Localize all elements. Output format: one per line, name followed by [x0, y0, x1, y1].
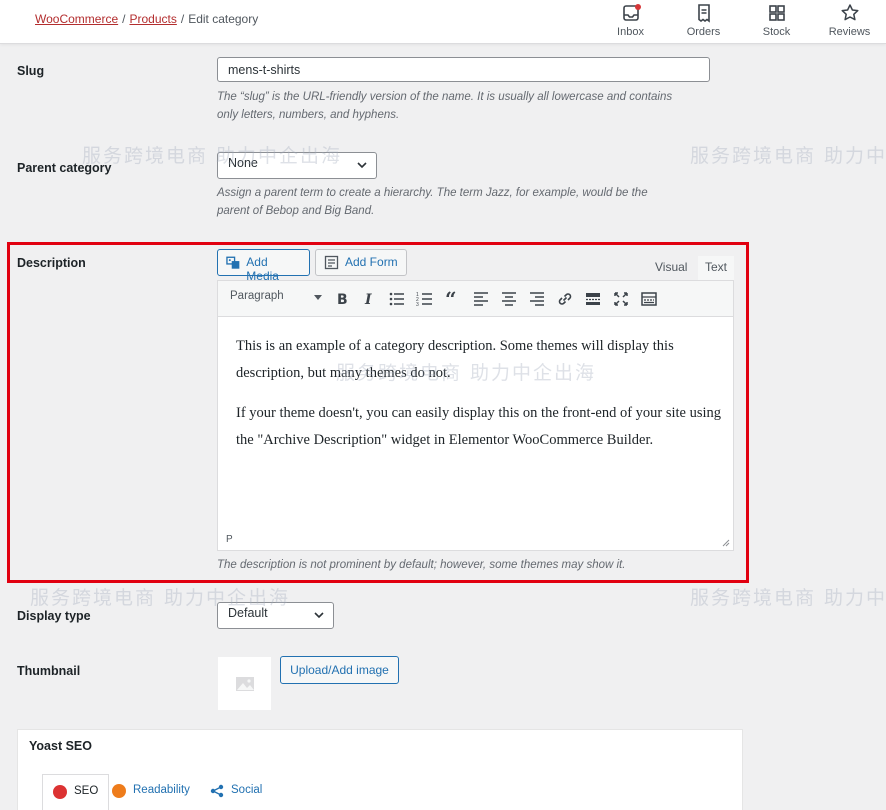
slug-help-line-1: The “slug” is the URL-friendly version o… — [217, 91, 673, 103]
orders-button[interactable]: Orders — [667, 0, 740, 44]
inbox-button[interactable]: Inbox — [594, 0, 667, 44]
slug-input[interactable] — [217, 57, 710, 82]
share-icon — [210, 784, 224, 798]
activity-bar: Inbox Orders Stock Reviews — [594, 0, 886, 44]
resize-handle-icon[interactable] — [722, 539, 730, 547]
parent-category-select[interactable]: None — [217, 152, 377, 179]
display-type-label: Display type — [17, 609, 91, 623]
breadcrumb-separator: / — [180, 12, 185, 26]
watermark-caption: 服务跨境电商 助力中企出海 — [690, 587, 886, 609]
bold-icon[interactable]: B — [333, 290, 351, 308]
breadcrumb-current: Edit category — [188, 12, 259, 26]
slug-help: The “slug” is the URL-friendly version o… — [217, 88, 672, 124]
read-more-icon[interactable] — [584, 290, 602, 308]
top-bar: WooCommerce / Products / Edit category Inbox… — [0, 0, 886, 44]
italic-icon[interactable]: I — [360, 290, 378, 308]
description-paragraph-1: This is an example of a category descrip… — [236, 338, 674, 381]
add-form-button[interactable]: Add Form — [315, 249, 407, 276]
parent-help: Assign a parent term to create a hierarc… — [217, 184, 648, 220]
stock-button[interactable]: Stock — [740, 0, 813, 44]
tab-visual[interactable]: Visual — [648, 256, 694, 280]
yoast-title: Yoast SEO — [29, 739, 92, 753]
image-placeholder-icon — [236, 677, 254, 691]
chevron-down-icon — [357, 162, 367, 169]
description-editor: Paragraph B I 123 “ This is an example o… — [217, 280, 734, 551]
link-icon[interactable] — [556, 290, 574, 308]
reviews-button[interactable]: Reviews — [813, 0, 886, 44]
editor-toolbar: Paragraph B I 123 “ — [218, 281, 733, 317]
blockquote-icon[interactable]: “ — [444, 290, 462, 308]
parent-category-value: None — [228, 156, 258, 170]
svg-text:“: “ — [445, 290, 457, 308]
stock-icon — [768, 5, 785, 21]
display-type-value: Default — [228, 606, 268, 620]
watermark-caption: 服务跨境电商 助力中企出海 — [690, 145, 886, 167]
caret-down-icon — [314, 295, 322, 300]
align-right-icon[interactable] — [528, 290, 546, 308]
tab-text[interactable]: Text — [698, 256, 735, 280]
format-select[interactable]: Paragraph — [224, 290, 324, 308]
form-icon — [324, 255, 339, 270]
media-icon — [226, 256, 240, 269]
neutral-face-icon — [112, 784, 126, 798]
description-paragraph-2: If your theme doesn't, you can easily di… — [236, 405, 722, 448]
numbered-list-icon[interactable]: 123 — [416, 290, 434, 308]
tab-social-label: Social — [231, 784, 263, 796]
chevron-down-icon — [314, 612, 324, 619]
slug-label: Slug — [17, 64, 45, 78]
align-left-icon[interactable] — [472, 290, 490, 308]
editor-content[interactable]: This is an example of a category descrip… — [236, 333, 726, 467]
bulleted-list-icon[interactable] — [388, 290, 406, 308]
sad-face-icon — [53, 785, 67, 799]
slug-help-line-2: only letters, numbers, and hyphens. — [217, 109, 400, 121]
tab-readability-label: Readability — [133, 784, 190, 796]
add-form-label: Add Form — [345, 255, 398, 269]
add-media-label: Add Media — [246, 255, 279, 283]
svg-text:I: I — [364, 292, 372, 308]
description-help: The description is not prominent by defa… — [217, 559, 626, 571]
format-select-value: Paragraph — [230, 290, 284, 302]
breadcrumb-products[interactable]: Products — [129, 12, 176, 26]
breadcrumb-woocommerce[interactable]: WooCommerce — [35, 12, 118, 26]
description-label: Description — [17, 256, 86, 270]
thumbnail-preview — [217, 656, 272, 711]
toolbar-toggle-icon[interactable] — [640, 290, 658, 308]
thumbnail-label: Thumbnail — [17, 664, 81, 678]
stock-label: Stock — [762, 26, 791, 38]
reviews-label: Reviews — [828, 26, 871, 38]
display-type-select[interactable]: Default — [217, 602, 334, 629]
tab-social[interactable]: Social — [210, 774, 262, 810]
upload-image-button[interactable]: Upload/Add image — [280, 656, 399, 684]
element-path: P — [226, 534, 233, 545]
parent-help-line-2: parent of Bebop and Big Band. — [217, 205, 375, 217]
tab-readability[interactable]: Readability — [112, 774, 190, 810]
add-media-button[interactable]: Add Media — [217, 249, 310, 283]
svg-text:3: 3 — [416, 302, 419, 308]
align-center-icon[interactable] — [500, 290, 518, 308]
orders-icon — [697, 4, 710, 23]
parent-category-label: Parent category — [17, 161, 112, 175]
yoast-seo-panel: Yoast SEO SEO Readability Social — [17, 729, 743, 810]
tab-seo[interactable]: SEO — [42, 774, 110, 810]
svg-text:B: B — [337, 292, 348, 308]
notification-dot — [635, 4, 641, 10]
star-icon — [840, 4, 859, 21]
breadcrumb-separator: / — [122, 12, 126, 26]
tab-seo-label: SEO — [74, 785, 99, 797]
fullscreen-icon[interactable] — [612, 290, 630, 308]
parent-help-line-1: Assign a parent term to create a hierarc… — [217, 187, 648, 199]
breadcrumb: WooCommerce / Products / Edit category — [35, 12, 258, 26]
inbox-label: Inbox — [617, 26, 644, 38]
orders-label: Orders — [686, 26, 721, 38]
